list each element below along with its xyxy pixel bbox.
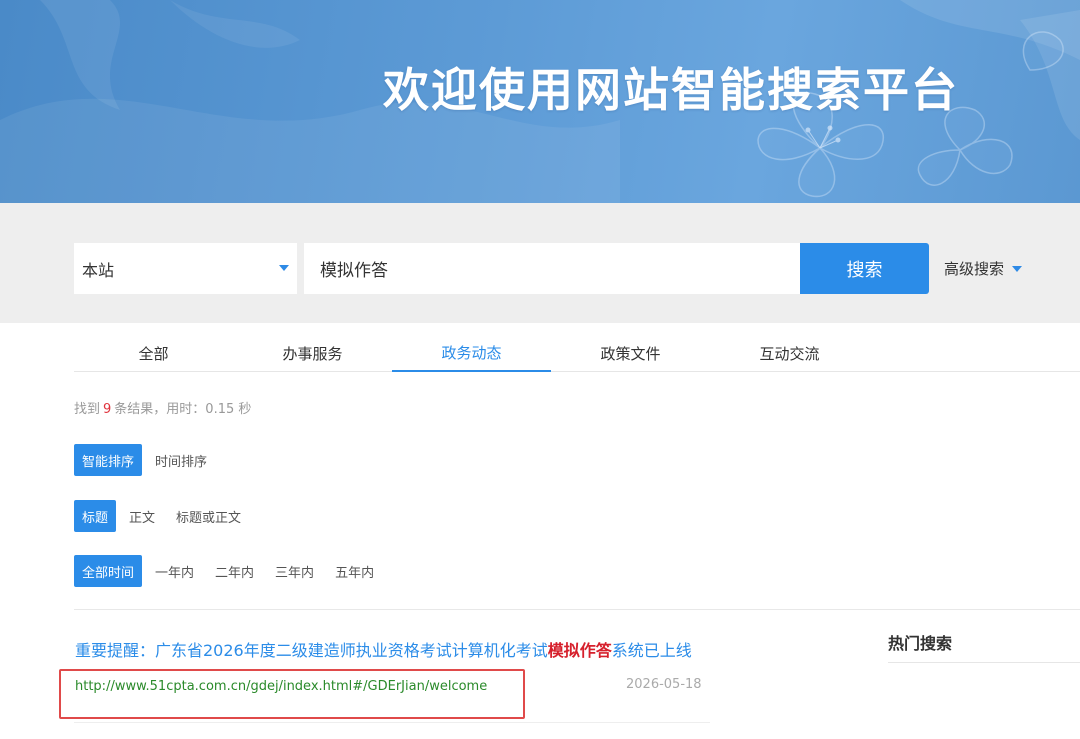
field-title-or-body-chip[interactable]: 标题或正文	[168, 500, 249, 532]
hot-search-title: 热门搜索	[888, 634, 953, 653]
advanced-search-label: 高级搜索	[944, 260, 1005, 278]
result-count-suffix: 条结果，用时：0.15 秒	[114, 402, 252, 417]
result-title-text: 重要提醒：广东省2026年度二级建造师执业资格考试计算机化考试	[75, 641, 548, 660]
sort-smart-chip[interactable]: 智能排序	[74, 444, 143, 476]
annotation-highlight-box	[59, 669, 525, 719]
sort-filter: 智能排序 时间排序	[74, 444, 220, 476]
result-count-prefix: 找到	[74, 402, 101, 417]
banner: 欢迎使用网站智能搜索平台	[0, 0, 1080, 203]
time-all-chip[interactable]: 全部时间	[74, 555, 143, 587]
result-title-link[interactable]: 重要提醒：广东省2026年度二级建造师执业资格考试计算机化考试模拟作答系统已上线	[75, 637, 692, 661]
time-2year-chip[interactable]: 二年内	[207, 555, 262, 587]
time-3year-chip[interactable]: 三年内	[267, 555, 322, 587]
search-input[interactable]	[304, 243, 800, 294]
tab-policy-documents[interactable]: 政策文件	[551, 334, 710, 372]
result-title-text-end: 系统已上线	[611, 641, 692, 660]
tab-all[interactable]: 全部	[74, 334, 233, 372]
banner-title: 欢迎使用网站智能搜索平台	[383, 63, 959, 117]
result-count: 找到 9 条结果，用时：0.15 秒	[74, 398, 251, 417]
time-filter: 全部时间 一年内 二年内 三年内 五年内	[74, 555, 387, 587]
result-divider	[74, 722, 710, 723]
search-scope-value: 本站	[82, 260, 115, 280]
advanced-search-toggle[interactable]: 高级搜索	[944, 243, 1023, 294]
result-date: 2026-05-18	[626, 677, 702, 692]
time-1year-chip[interactable]: 一年内	[147, 555, 202, 587]
result-count-number: 9	[103, 402, 112, 417]
result-title-highlight: 模拟作答	[547, 641, 612, 660]
field-body-chip[interactable]: 正文	[121, 500, 163, 532]
divider	[74, 609, 1080, 610]
chevron-down-icon	[279, 265, 289, 271]
chevron-down-icon	[1012, 265, 1023, 272]
hot-search-divider	[888, 662, 1080, 663]
category-tabs: 全部 办事服务 政务动态 政策文件 互动交流	[74, 334, 1080, 372]
tab-services[interactable]: 办事服务	[233, 334, 392, 372]
time-5year-chip[interactable]: 五年内	[327, 555, 382, 587]
tab-interaction[interactable]: 互动交流	[710, 334, 869, 372]
field-filter: 标题 正文 标题或正文	[74, 500, 254, 532]
tab-government-news[interactable]: 政务动态	[392, 334, 551, 372]
field-title-chip[interactable]: 标题	[74, 500, 117, 532]
search-scope-select[interactable]: 本站	[74, 243, 297, 294]
search-button[interactable]: 搜索	[800, 243, 929, 294]
search-band: 本站 搜索 高级搜索	[0, 203, 1080, 323]
sort-time-chip[interactable]: 时间排序	[147, 444, 215, 476]
